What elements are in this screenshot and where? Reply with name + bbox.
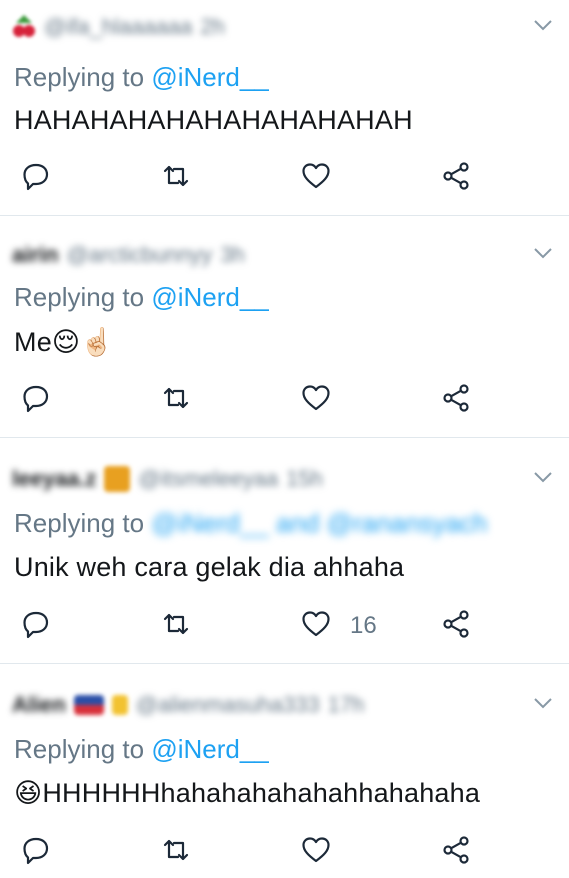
action-bar (0, 378, 569, 418)
tweet-text: 😆HHHHHHhahahahahahahhahahaha (14, 778, 481, 808)
tweet-header: airin @arcticbunnyy 3h (12, 240, 509, 270)
replying-to: Replying to @iNerd__ (14, 734, 269, 765)
tweet-header: Alien @alienmasuha333 17h (12, 690, 509, 720)
replying-to: Replying to @iNerd__ (14, 282, 269, 313)
tweet-header: @ifa_hlaaaaaa 2h (12, 12, 509, 42)
reply-handle-link[interactable]: @iNerd__ and @ranansyach (151, 508, 487, 538)
user-handle[interactable]: @alienmasuha333 (136, 692, 320, 718)
share-icon[interactable] (440, 608, 472, 640)
avatar[interactable] (12, 11, 36, 44)
tweet-1[interactable]: @ifa_hlaaaaaa 2h Replying to @iNerd__ HA… (0, 0, 569, 216)
reply-icon[interactable] (20, 160, 52, 192)
timestamp: 17h (327, 692, 365, 717)
share-icon[interactable] (440, 834, 472, 866)
user-handle[interactable]: @itsmeleeyaa (138, 466, 278, 492)
flag-icon (73, 695, 104, 715)
emoji-flower-icon (104, 466, 131, 492)
reply-handle-link[interactable]: @iNerd__ (151, 62, 268, 92)
like-icon[interactable] (300, 834, 332, 866)
tweet-text: Unik weh cara gelak dia ahhaha (14, 552, 405, 582)
reply-icon[interactable] (20, 382, 52, 414)
caret-down-icon[interactable] (533, 696, 553, 710)
tweet-3[interactable]: leeyaa.z @itsmeleeyaa 15h Replying to @i… (0, 438, 569, 664)
like-icon[interactable] (300, 382, 332, 414)
reply-icon[interactable] (20, 608, 52, 640)
like-icon[interactable] (300, 160, 332, 192)
retweet-icon[interactable] (160, 608, 192, 640)
replying-to: Replying to @iNerd__ (14, 62, 269, 93)
replying-to: Replying to @iNerd__ and @ranansyach (14, 508, 487, 539)
timestamp: 15h (286, 466, 323, 491)
tweet-text: Me😌☝🏻 (14, 327, 115, 357)
action-bar (0, 156, 569, 196)
retweet-icon[interactable] (160, 160, 192, 192)
sparkle-icon (111, 695, 128, 715)
reply-handle-link[interactable]: @iNerd__ (151, 282, 268, 312)
tweet-4[interactable]: Alien @alienmasuha333 17h Replying to @i… (0, 664, 569, 878)
share-icon[interactable] (440, 382, 472, 414)
reply-prefix: Replying to (14, 62, 145, 92)
action-bar: 16 (0, 604, 569, 644)
retweet-icon[interactable] (160, 834, 192, 866)
reply-prefix: Replying to (14, 508, 145, 538)
action-bar (0, 830, 569, 870)
user-handle[interactable]: @ifa_hlaaaaaa (44, 14, 192, 40)
user-name[interactable]: Alien (12, 692, 66, 718)
user-handle[interactable]: @arcticbunnyy (66, 242, 212, 268)
reply-prefix: Replying to (14, 282, 145, 312)
tweet-header: leeyaa.z @itsmeleeyaa 15h (12, 464, 509, 494)
caret-down-icon[interactable] (533, 470, 553, 484)
timestamp: 3h (220, 242, 245, 267)
tweet-text: HAHAHAHAHAHAHAHAHAHAH (14, 105, 413, 135)
reply-prefix: Replying to (14, 734, 145, 764)
retweet-icon[interactable] (160, 382, 192, 414)
like-icon[interactable] (300, 608, 332, 640)
share-icon[interactable] (440, 160, 472, 192)
tweet-2[interactable]: airin @arcticbunnyy 3h Replying to @iNer… (0, 216, 569, 438)
like-count: 16 (350, 612, 377, 639)
timestamp: 2h (200, 14, 225, 39)
caret-down-icon[interactable] (533, 246, 553, 260)
caret-down-icon[interactable] (533, 18, 553, 32)
reply-icon[interactable] (20, 834, 52, 866)
user-name[interactable]: airin (12, 242, 58, 268)
reply-handle-link[interactable]: @iNerd__ (151, 734, 268, 764)
user-name[interactable]: leeyaa.z (12, 466, 96, 492)
